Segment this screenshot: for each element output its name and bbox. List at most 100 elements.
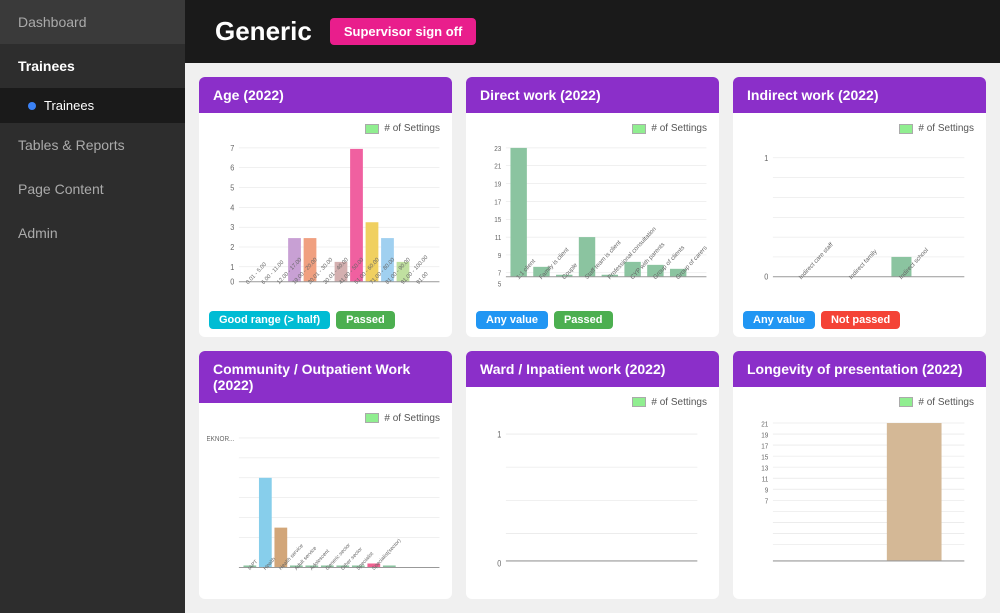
svg-text:1: 1 [764,154,768,163]
sidebar-item-tables-reports[interactable]: Tables & Reports [0,123,185,167]
svg-text:Indirect care staff: Indirect care staff [798,241,835,281]
svg-text:0-AEKNOR...: 0-AEKNOR... [207,435,234,442]
community-legend: # of Settings [207,413,444,424]
svg-text:13: 13 [761,463,768,472]
card-age: Age (2022) # of Settings [199,77,452,337]
longevity-legend: # of Settings [741,397,978,408]
svg-text:7: 7 [230,144,234,153]
card-community-body: # of Settings 0-AEKNOR... [199,403,452,585]
card-community-footer [199,585,452,599]
svg-text:9: 9 [498,253,502,260]
card-age-footer: Good range (> half) Passed [199,305,452,337]
svg-text:0: 0 [497,558,502,568]
svg-text:0: 0 [764,272,768,281]
community-chart-svg: 0-AEKNOR... [207,428,444,577]
badge-any-value: Any value [476,311,548,329]
page-title: Generic [215,16,312,47]
indirect-chart-svg: 1 0 Indirect care staff Indirect family … [741,138,978,297]
badge-any-value: Any value [743,311,815,329]
card-direct-footer: Any value Passed [466,305,719,337]
card-direct-work: Direct work (2022) # of Settings [466,77,719,337]
svg-text:0: 0 [230,277,234,286]
svg-text:1: 1 [497,429,502,439]
card-indirect-work: Indirect work (2022) # of Settings [733,77,986,337]
legend-box-icon [365,413,379,423]
card-indirect-header: Indirect work (2022) [733,77,986,113]
longevity-chart-svg: 21 19 17 15 13 11 9 7 [741,412,978,577]
card-age-header: Age (2022) [199,77,452,113]
card-ward-header: Ward / Inpatient work (2022) [466,351,719,387]
card-community: Community / Outpatient Work (2022) # of … [199,351,452,599]
svg-text:2: 2 [230,243,234,252]
svg-text:3: 3 [230,223,234,232]
svg-text:91.00: 91.00 [416,271,430,286]
svg-text:11: 11 [762,475,769,484]
age-chart: 7 6 5 4 3 2 1 0 [207,138,444,297]
card-age-body: # of Settings 7 6 [199,113,452,305]
indirect-chart: 1 0 Indirect care staff Indirect family … [741,138,978,297]
legend-box-icon [365,124,379,134]
svg-text:Couple: Couple [561,261,579,281]
age-legend: # of Settings [207,123,444,134]
direct-chart: 23 21 19 17 15 11 9 7 5 [474,138,711,297]
svg-text:9: 9 [765,486,769,495]
community-chart: 0-AEKNOR... [207,428,444,577]
svg-text:7: 7 [498,271,502,278]
sidebar-item-trainees[interactable]: Trainees [0,44,185,88]
legend-box-icon [899,124,913,134]
badge-not-passed: Not passed [821,311,900,329]
cards-grid: Age (2022) # of Settings [185,63,1000,613]
supervisor-signoff-button[interactable]: Supervisor sign off [330,18,476,45]
ward-legend: # of Settings [474,397,711,408]
active-dot-icon [28,102,36,110]
card-longevity-footer [733,585,986,599]
badge-good-range: Good range (> half) [209,311,330,329]
svg-text:Indirect family: Indirect family [848,247,879,281]
card-ward: Ward / Inpatient work (2022) # of Settin… [466,351,719,599]
card-longevity: Longevity of presentation (2022) # of Se… [733,351,986,599]
card-ward-footer [466,585,719,599]
svg-text:21: 21 [761,419,768,428]
svg-text:19: 19 [494,181,501,188]
longevity-chart: 21 19 17 15 13 11 9 7 [741,412,978,577]
ward-chart-svg: 1 0 [474,412,711,577]
badge-passed: Passed [554,311,613,329]
card-longevity-header: Longevity of presentation (2022) [733,351,986,387]
main-content: Generic Supervisor sign off Age (2022) #… [185,0,1000,613]
svg-text:5: 5 [230,183,234,192]
svg-text:17: 17 [761,441,768,450]
svg-text:11: 11 [495,235,502,242]
sidebar-item-admin[interactable]: Admin [0,211,185,255]
svg-text:23: 23 [494,146,501,153]
age-chart-svg: 7 6 5 4 3 2 1 0 [207,138,444,297]
legend-box-icon [632,124,646,134]
sidebar-item-page-content[interactable]: Page Content [0,167,185,211]
direct-chart-svg: 23 21 19 17 15 11 9 7 5 [474,138,711,297]
sidebar-sub-trainees[interactable]: Trainees [0,88,185,123]
indirect-legend: # of Settings [741,123,978,134]
ward-chart: 1 0 [474,412,711,577]
sidebar: Dashboard Trainees Trainees Tables & Rep… [0,0,185,613]
svg-text:1: 1 [230,263,234,272]
svg-text:19: 19 [761,430,768,439]
badge-passed: Passed [336,311,395,329]
card-indirect-footer: Any value Not passed [733,305,986,337]
card-direct-header: Direct work (2022) [466,77,719,113]
svg-text:17: 17 [494,199,501,206]
svg-text:15: 15 [761,452,768,461]
svg-text:4: 4 [230,203,235,212]
card-longevity-body: # of Settings [733,387,986,585]
legend-box-icon [899,397,913,407]
svg-text:7: 7 [765,497,769,506]
card-ward-body: # of Settings 1 0 [466,387,719,585]
svg-text:21: 21 [494,164,501,171]
svg-text:5: 5 [498,281,502,288]
card-community-header: Community / Outpatient Work (2022) [199,351,452,403]
svg-text:6: 6 [230,163,234,172]
card-indirect-body: # of Settings 1 0 [733,113,986,305]
card-direct-body: # of Settings 23 [466,113,719,305]
legend-box-icon [632,397,646,407]
sidebar-item-dashboard[interactable]: Dashboard [0,0,185,44]
page-header: Generic Supervisor sign off [185,0,1000,63]
svg-text:IAPT: IAPT [247,558,259,572]
